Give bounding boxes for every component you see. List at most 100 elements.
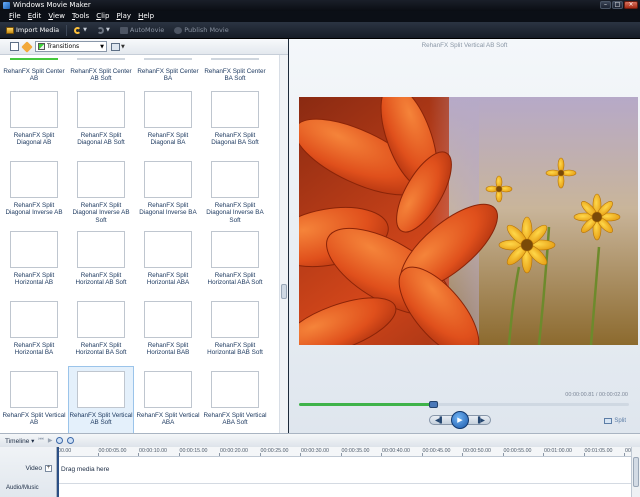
transition-label: RehanFX Split Vertical ABA [136,412,200,427]
transition-thumbnail [10,161,58,198]
redo-button[interactable]: ▼ [94,24,113,37]
ruler-tick-mark [381,453,382,456]
timeline-mode-dropdown[interactable]: Timeline ▾ [5,437,34,445]
publish-movie-button[interactable]: Publish Movie [171,24,231,37]
transitions-scrollbar[interactable] [279,55,288,433]
transition-tile[interactable]: RehanFX Split Diagonal Inverse BA [135,161,201,217]
transition-tile[interactable]: RehanFX Split Horizontal AB Soft [68,231,134,287]
transition-thumbnail [211,91,259,128]
transition-label[interactable]: RehanFX Split Center AB [1,68,67,83]
ruler-tick-label: 00:01:00.00 [544,448,572,454]
ruler-tick-label: 00:00:15.00 [179,448,208,454]
transition-tile[interactable]: RehanFX Split Diagonal AB Soft [68,91,134,147]
menu-item-file[interactable]: File [9,11,21,22]
transition-label[interactable]: RehanFX Split Center BA Soft [202,68,268,83]
preview-image [299,97,638,345]
pane-toolbar: Transitions ▼ ▼ [0,39,288,55]
transition-tile[interactable]: RehanFX Split Diagonal Inverse AB [1,161,67,217]
zoom-in-icon[interactable] [56,437,64,444]
transition-thumbnail [10,371,58,408]
seek-bar[interactable] [299,401,629,408]
transition-tile[interactable]: RehanFX Split Diagonal Inverse AB Soft [68,161,134,224]
transition-tile[interactable]: RehanFX Split Horizontal BAB [135,301,201,357]
automovie-button[interactable]: AutoMovie [117,24,167,37]
transition-label: RehanFX Split Vertical ABA Soft [203,412,267,427]
transition-tile[interactable]: RehanFX Split Diagonal Inverse BA Soft [202,161,268,224]
menu-item-help[interactable]: Help [138,11,154,22]
menu-item-view[interactable]: View [48,11,65,22]
transition-tile[interactable]: RehanFX Split Horizontal ABA Soft [202,231,268,287]
ruler-tick-mark [421,453,423,456]
ruler-tick-label: 00:00:40.00 [382,448,410,454]
ruler-tick-mark [583,453,585,456]
transition-label: RehanFX Split Horizontal BAB [146,342,190,357]
rewind-icon[interactable]: ⏮ [38,437,43,444]
next-frame-button[interactable]: ▐▶ [476,417,485,424]
transition-tile[interactable]: RehanFX Split Horizontal BAB Soft [202,301,268,357]
expand-track-button[interactable]: + [45,465,52,472]
transition-tile[interactable]: RehanFX Split Horizontal AB [1,231,67,287]
menu-item-edit[interactable]: Edit [28,11,42,22]
transition-label: RehanFX Split Diagonal BA Soft [211,132,259,147]
minimize-button[interactable]: – [600,1,611,9]
scrollbar-thumb[interactable] [633,457,639,487]
close-button[interactable]: × [624,1,638,9]
menu-item-tools[interactable]: Tools [72,11,89,22]
transition-tile[interactable]: RehanFX Split Vertical AB Soft [68,366,134,433]
audio-track-label: Audio/Music [6,485,39,491]
play-button[interactable]: ▶ [451,411,469,429]
chevron-down-icon: ▼ [100,43,104,50]
main-toolbar: Import Media ▼ ▼ AutoMovie Publish Movie [0,22,640,39]
ruler-tick-label: 00:00:55.00 [503,448,532,454]
transition-label: RehanFX Split Diagonal Inverse BA Soft [206,202,264,224]
transition-tile[interactable]: RehanFX Split Diagonal BA Soft [202,91,268,147]
split-button[interactable]: Split [604,418,626,424]
zoom-out-icon[interactable] [67,437,75,444]
preview-timecode: 00:00:00.81 / 00:00:02.00 [565,392,628,398]
transition-tile[interactable]: RehanFX Split Horizontal ABA [135,231,201,287]
import-media-button[interactable]: Import Media [3,24,62,37]
transition-thumbnail [144,371,192,408]
view-options-button[interactable]: ▼ [111,42,125,51]
menu-label: lip [101,12,110,20]
undo-button[interactable]: ▼ [71,24,90,37]
time-ruler[interactable]: 00.00 00:00:05.00 00:00:10.00 00:00:15.00 00… [57,447,640,457]
maximize-button[interactable]: □ [612,1,623,9]
ruler-tick-mark [624,453,625,456]
transition-thumbnail-edge [77,58,125,60]
transition-label[interactable]: RehanFX Split Center BA [135,68,201,83]
transition-tile[interactable]: RehanFX Split Horizontal BA Soft [68,301,134,357]
transitions-icon [38,43,45,50]
collections-icon[interactable] [21,40,33,53]
scrollbar-thumb[interactable] [281,284,287,299]
play-timeline-icon[interactable]: ▶ [48,437,53,444]
previous-frame-button[interactable]: ◀▌ [435,417,444,424]
transition-thumbnail [211,231,259,268]
video-track[interactable]: Drag media here [57,458,631,484]
automovie-label: AutoMovie [129,26,165,34]
transition-tile[interactable]: RehanFX Split Horizontal BA [1,301,67,357]
transition-tile[interactable]: RehanFX Split Diagonal AB [1,91,67,147]
transition-thumbnail [144,91,192,128]
transition-tile[interactable]: RehanFX Split Vertical ABA [135,371,201,427]
ruler-tick-mark [502,453,504,456]
menu-label: dit [32,12,42,20]
menu-item-clip[interactable]: Clip [96,11,109,22]
transition-tile[interactable]: RehanFX Split Vertical AB [1,371,67,427]
ruler-tick-label: 00:00:35.00 [341,448,370,454]
timeline-scrollbar[interactable] [631,447,640,497]
publish-icon [174,26,183,34]
menu-item-play[interactable]: Play [116,11,131,22]
transition-thumbnail [77,161,125,198]
seek-handle[interactable] [428,401,438,408]
playhead[interactable] [57,447,59,497]
tasks-pane-icon[interactable] [10,42,19,51]
collection-dropdown[interactable]: Transitions ▼ [35,41,107,52]
transition-tile[interactable]: RehanFX Split Diagonal BA [135,91,201,147]
transition-label: RehanFX Split Diagonal AB Soft [77,132,125,147]
timeline-toolbar: Timeline ▾ ⏮ ▶ [0,433,640,447]
transition-tile[interactable]: RehanFX Split Vertical ABA Soft [202,371,268,427]
transition-label[interactable]: RehanFX Split Center AB Soft [68,68,134,83]
transition-thumbnail [144,161,192,198]
ruler-tick-label: 00:00:30.00 [301,448,329,454]
